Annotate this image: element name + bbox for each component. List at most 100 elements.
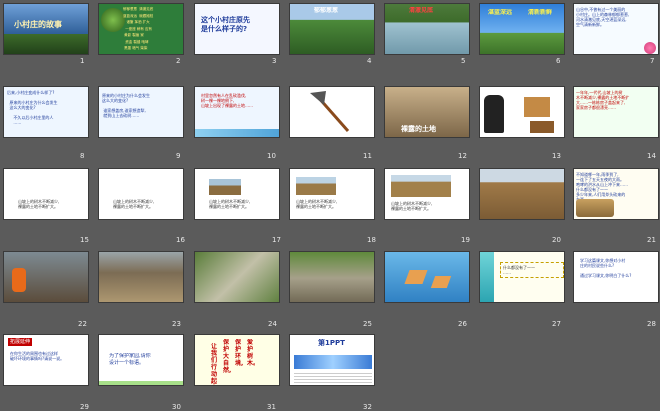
- slide-thumbnail[interactable]: [98, 251, 184, 303]
- slide-thumbnail[interactable]: 裸露的土地: [384, 86, 470, 138]
- slogan-line: 保护大自然,: [223, 339, 231, 374]
- flood-photo: [576, 199, 614, 217]
- grass: [4, 34, 88, 54]
- slide-heading: 拓展延伸: [8, 338, 33, 346]
- slide-thumbnail[interactable]: 学习这篇课文,你想对小村 庄的村民说些什么? 通过学习课文,你明白了什么?: [573, 251, 659, 303]
- slide-thumbnail[interactable]: 让我们行动起来! 保护大自然, 保护环境, 爱护树木。: [194, 334, 280, 386]
- cabin-icon: [524, 97, 550, 117]
- slide-body: 村里忽然有人在乱砍滥伐, 树一棵一棵地倒下, 山坡上出现了裸露的土地……: [201, 93, 253, 108]
- slide-number: 20: [552, 236, 561, 244]
- decorative-panel: [480, 252, 494, 302]
- slide-number: 13: [552, 152, 561, 160]
- slide-thumbnail[interactable]: 不知道哪一年,雨季到了, 一连下了五天五夜的大雨。 咆哮的洪水从山上冲下来…… …: [573, 168, 659, 220]
- slide-number: 26: [458, 320, 467, 328]
- text-lines: [294, 373, 372, 383]
- slide-thumbnail[interactable]: 山谷中,不曾有过一个美丽的 小村庄。山上的森林郁郁葱葱, 河水清澈见底,天空湛蓝…: [573, 3, 659, 55]
- wave-decoration: [195, 129, 279, 137]
- slide-thumbnail[interactable]: 郁郁葱葱: [289, 3, 375, 55]
- slide-body: 什么都没有了—— ……: [500, 262, 564, 278]
- slide-body: 学习这篇课文,你想对小村 庄的村民说些什么? 通过学习课文,你明白了什么?: [580, 258, 632, 278]
- slide-number: 32: [363, 403, 372, 411]
- slide-caption: 清澈见底: [409, 7, 434, 14]
- slide-thumbnail[interactable]: 山坡上的树木不断减少, 裸露的土地不断扩大。: [194, 168, 280, 220]
- slide-number: 7: [650, 57, 655, 65]
- flood-photo: [99, 252, 183, 302]
- slogan-line: 让我们行动起来!: [211, 343, 218, 385]
- slide-thumbnail[interactable]: 这个小村庄原先 是什么样子的?: [194, 3, 280, 55]
- hedge-icon: [101, 8, 125, 32]
- plough-icon: [530, 121, 554, 133]
- slide-body: 一年年,一代代,山坡上的树 木不断减少,裸露的土地不断扩 大……一栋栋房子盖起来…: [576, 90, 630, 110]
- slide-number: 1: [80, 57, 85, 65]
- slide-number: 25: [363, 320, 372, 328]
- slide-thumbnail[interactable]: 后来,小村庄变成什么样了? 原来的小村庄为什么会发生 这么大的变化? 不久以后小…: [3, 86, 89, 138]
- slide-number: 31: [267, 403, 276, 411]
- slide-title: 小村庄的故事: [14, 20, 62, 29]
- slide-thumbnail[interactable]: 一年年,一代代,山坡上的树 木不断减少,裸露的土地不断扩 大……一栋栋房子盖起来…: [573, 86, 659, 138]
- slide-number: 22: [78, 320, 87, 328]
- slide-thumbnail[interactable]: 山坡上的树木不断减少, 裸露的土地不断扩大。: [98, 168, 184, 220]
- slide-thumbnail[interactable]: [384, 251, 470, 303]
- brand-logo: 第1PPT: [318, 339, 345, 347]
- slide-number: 11: [363, 152, 372, 160]
- slide-number: 9: [176, 152, 181, 160]
- slogan-line: 保护环境,: [235, 339, 243, 367]
- slide-body: 不知道哪一年,雨季到了, 一连下了五天五夜的大雨。 咆哮的洪水从山上冲下来…… …: [576, 172, 628, 202]
- border-decoration: [99, 381, 183, 385]
- slide-number: 27: [552, 320, 561, 328]
- slide-number: 2: [176, 57, 181, 65]
- slide-thumbnail[interactable]: 为了保护家园,请你 设计一个标语。: [98, 334, 184, 386]
- rescuer-figure: [12, 268, 26, 292]
- slide-thumbnail[interactable]: [289, 86, 375, 138]
- slide-number: 4: [367, 57, 372, 65]
- slide-number: 3: [272, 57, 277, 65]
- slide-thumbnail[interactable]: 原来的小村庄为什么会发生 这么大的变化? 谁家想盖房,谁家想造犁, 就到山上去砍…: [98, 86, 184, 138]
- slide-caption-right: 清新新鲜: [528, 9, 553, 16]
- slide-thumbnail[interactable]: [479, 86, 565, 138]
- slide-thumbnail[interactable]: 拓展延伸 在你生活的周围也有过这样 破坏环境的事情吗?请说一说。: [3, 334, 89, 386]
- slide-number: 29: [80, 403, 89, 411]
- land-photo: [296, 177, 336, 195]
- slide-number: 18: [367, 236, 376, 244]
- slide-thumbnail[interactable]: [479, 168, 565, 220]
- slide-number: 23: [172, 320, 181, 328]
- slogan-line: 爱护树木。: [247, 339, 255, 367]
- slide-thumbnail[interactable]: 第1PPT: [289, 334, 375, 386]
- land-photo: [209, 179, 241, 195]
- slide-thumbnail[interactable]: 什么都没有了—— ……: [479, 251, 565, 303]
- slide-number: 19: [461, 236, 470, 244]
- thumbnail-strip: [294, 355, 372, 369]
- slide-number: 24: [268, 320, 277, 328]
- slide-thumbnail[interactable]: 山坡上的树木不断减少, 裸露的土地不断扩大。: [289, 168, 375, 220]
- landslide-photo: [195, 252, 279, 302]
- slide-thumbnail[interactable]: [3, 251, 89, 303]
- slide-thumbnail[interactable]: 湛蓝深远 清新新鲜: [479, 3, 565, 55]
- slide-caption-left: 湛蓝深远: [488, 9, 513, 16]
- flooded-village-illustration: [385, 252, 469, 302]
- slide-body: 山坡上的树木不断减少, 裸露的土地不断扩大。: [113, 199, 155, 209]
- slide-thumbnail[interactable]: [289, 251, 375, 303]
- slide-body: 后来,小村庄变成什么样了? 原来的小村庄为什么会发生 这么大的变化? 不久以后小…: [7, 90, 58, 125]
- slide-number: 5: [461, 57, 466, 65]
- collapsed-house-photo: [290, 252, 374, 302]
- slide-number: 30: [172, 403, 181, 411]
- axe-icon: [310, 91, 350, 132]
- slide-thumbnail[interactable]: 郁郁葱葱 清澈见底 湛蓝深远 碗跟摊枝 诸筆 挥洒 扩大 一座座 稍有 应有 黄…: [98, 3, 184, 55]
- slide-caption: 郁郁葱葱: [314, 7, 339, 14]
- slide-body: 原来的小村庄为什么会发生 这么大的变化? 谁家想盖房,谁家想造犁, 就到山上去砍…: [102, 93, 150, 118]
- slide-thumbnail[interactable]: 村里忽然有人在乱砍滥伐, 树一棵一棵地倒下, 山坡上出现了裸露的土地……: [194, 86, 280, 138]
- slide-number: 12: [458, 152, 467, 160]
- slide-thumbnail[interactable]: 山坡上的树木不断减少, 裸露的土地不断扩大。: [384, 168, 470, 220]
- slide-body: 山坡上的树木不断减少, 裸露的土地不断扩大。: [18, 199, 60, 209]
- slide-thumbnail[interactable]: 山坡上的树木不断减少, 裸露的土地不断扩大。: [3, 168, 89, 220]
- slide-number: 15: [80, 236, 89, 244]
- slide-thumbnail[interactable]: [194, 251, 280, 303]
- slide-body: 在你生活的周围也有过这样 破坏环境的事情吗?请说一说。: [10, 351, 65, 361]
- slide-body: 山谷中,不曾有过一个美丽的 小村庄。山上的森林郁郁葱葱, 河水清澈见底,天空湛蓝…: [576, 7, 630, 27]
- slide-thumbnail[interactable]: 清澈见底: [384, 3, 470, 55]
- vocab-list: 郁郁葱葱 清澈见底 湛蓝深远 碗跟摊枝 诸筆 挥洒 扩大 一座座 稍有 应有 黄…: [123, 7, 154, 50]
- slide-number: 14: [647, 152, 656, 160]
- slide-thumbnail[interactable]: 小村庄的故事: [3, 3, 89, 55]
- slide-number: 17: [272, 236, 281, 244]
- slide-body: 山坡上的树木不断减少, 裸露的土地不断扩大。: [209, 199, 251, 209]
